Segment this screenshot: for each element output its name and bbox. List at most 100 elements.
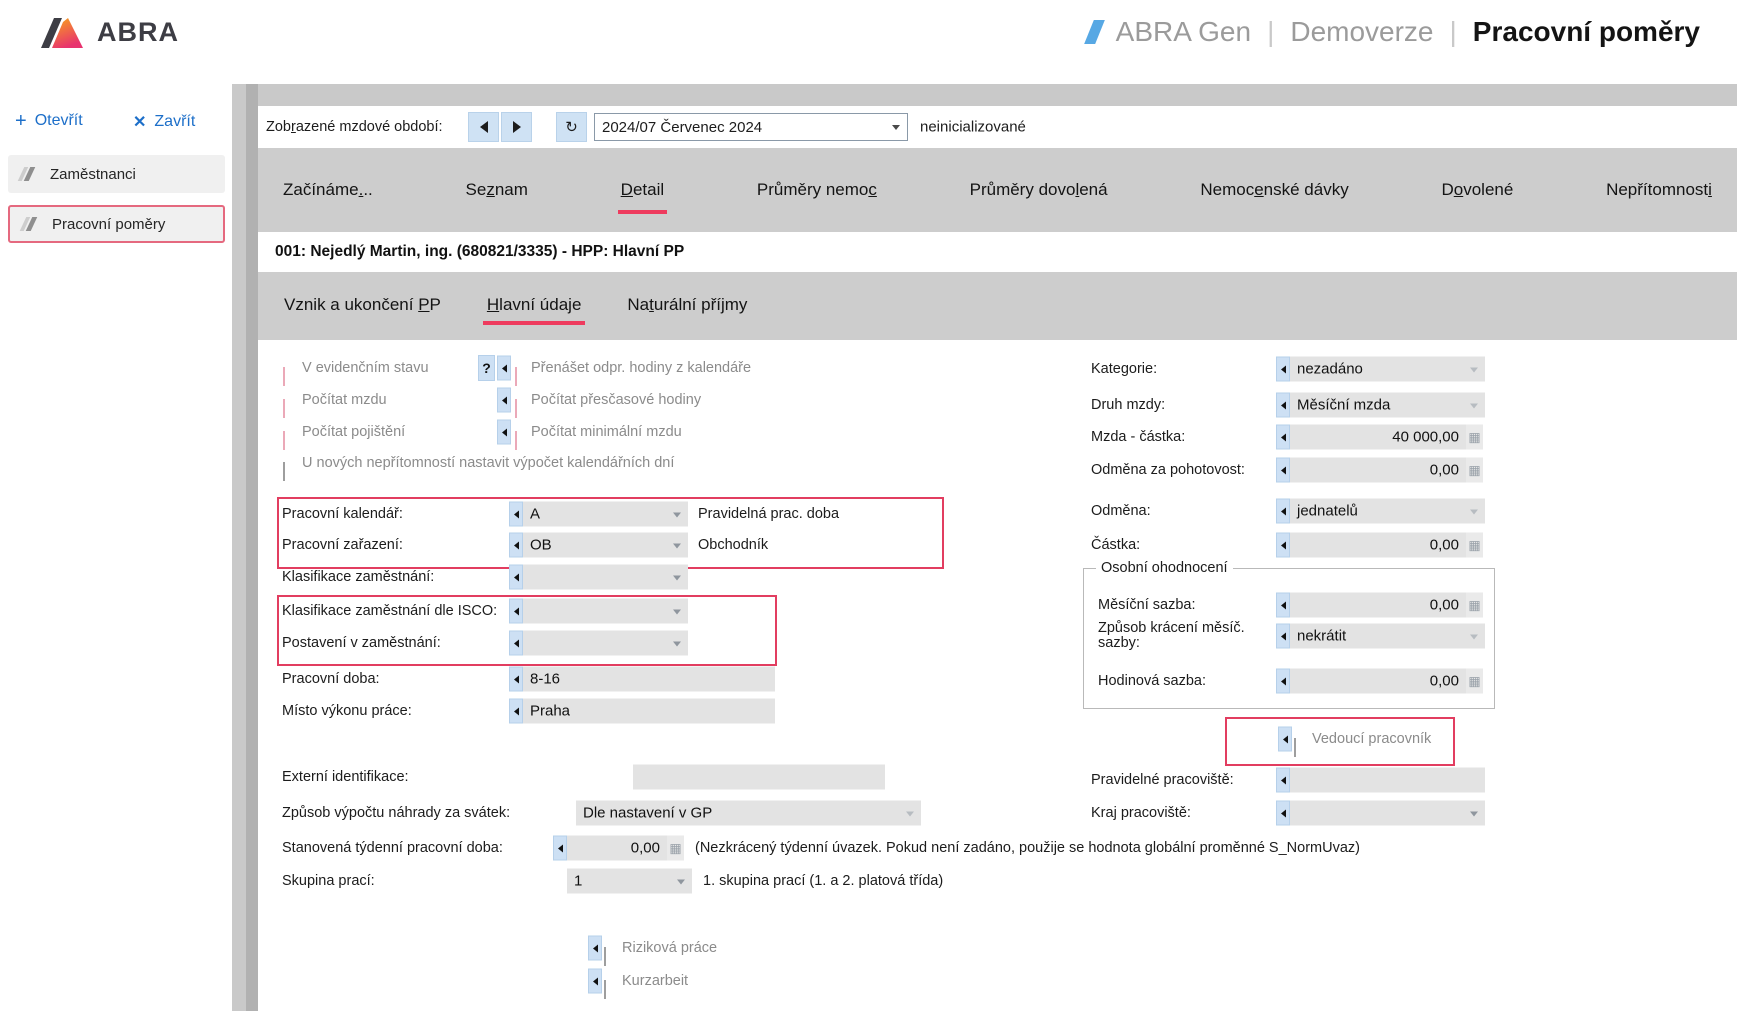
calculator-icon[interactable]: ▦: [667, 836, 684, 861]
tab-nepritomnosti[interactable]: Nepřítomnosti: [1603, 168, 1715, 214]
calculator-icon[interactable]: ▦: [1466, 425, 1483, 450]
checkbox-rizikova-prace[interactable]: [604, 947, 606, 966]
checkbox-label: Riziková práce: [622, 940, 717, 956]
separator: |: [1450, 16, 1457, 48]
field-label: Odměna za pohotovost:: [1091, 462, 1245, 478]
payroll-period-bar: Zobrazené mzdové období: ↻ 2024/07 Červe…: [258, 106, 1737, 148]
kraj-pracoviste-select[interactable]: [1290, 801, 1485, 826]
field-value: 0,00: [1430, 537, 1459, 554]
left-triangle-icon: [510, 573, 519, 581]
misto-vykonu-input[interactable]: Praha: [523, 699, 775, 724]
left-triangle-icon: [1277, 433, 1286, 441]
field-label: Měsíční sazba:: [1098, 597, 1196, 613]
detail-sub-tab-bar: Vznik a ukončení PP Hlavní údaje Naturál…: [258, 272, 1737, 340]
history-arrow-button[interactable]: [1276, 357, 1290, 382]
sidebar-item-pracovni-pomery[interactable]: Pracovní poměry: [8, 205, 225, 243]
history-arrow-button[interactable]: [588, 936, 602, 961]
zpusob-kraceni-select[interactable]: nekrátit: [1290, 624, 1485, 649]
calculator-icon[interactable]: ▦: [1466, 533, 1483, 558]
mesicni-sazba-input[interactable]: 0,00: [1290, 593, 1466, 618]
row-rizikova-prace: Riziková práce: [258, 935, 1737, 961]
previous-period-button[interactable]: [468, 112, 499, 142]
history-arrow-button[interactable]: [1276, 499, 1290, 524]
left-triangle-icon: [1277, 776, 1286, 784]
header-breadcrumb: ABRA Gen | Demoverze | Pracovní poměry: [1089, 16, 1700, 48]
history-arrow-button[interactable]: [1276, 801, 1290, 826]
subtab-vznik-a-ukonceni[interactable]: Vznik a ukončení PP: [280, 287, 445, 325]
field-value: 40 000,00: [1392, 429, 1459, 446]
history-arrow-button[interactable]: [1276, 458, 1290, 483]
row-castka: Částka: 0,00 ▦: [258, 532, 1737, 558]
field-label: Kraj pracoviště:: [1091, 805, 1191, 821]
abra-logo: ABRA: [35, 12, 179, 52]
history-arrow-button[interactable]: [1276, 624, 1290, 649]
tab-nemocenske-davky[interactable]: Nemocenské dávky: [1197, 168, 1351, 214]
left-triangle-icon: [1277, 809, 1286, 817]
abra-slash-icon: [1084, 20, 1105, 44]
field-label: Kategorie:: [1091, 361, 1157, 377]
left-triangle-icon: [1279, 735, 1288, 743]
history-arrow-button[interactable]: [1278, 727, 1292, 752]
calculator-icon[interactable]: ▦: [1466, 593, 1483, 618]
history-arrow-button[interactable]: [1276, 669, 1290, 694]
left-arrow-icon: [474, 121, 488, 133]
subtab-hlavni-udaje[interactable]: Hlavní údaje: [483, 287, 586, 325]
history-arrow-button[interactable]: [1276, 393, 1290, 418]
field-label: Skupina prací:: [282, 873, 375, 889]
tab-prumery-nemoc[interactable]: Průměry nemoc: [754, 168, 880, 214]
left-triangle-icon: [1277, 365, 1286, 373]
field-value: nezadáno: [1297, 361, 1363, 378]
history-arrow-button[interactable]: [1276, 533, 1290, 558]
calculator-icon[interactable]: ▦: [1466, 669, 1483, 694]
tab-dovolene[interactable]: Dovolené: [1438, 168, 1516, 214]
chevron-down-icon: [1470, 367, 1478, 376]
castka-input[interactable]: 0,00: [1290, 533, 1466, 558]
skupina-praci-select[interactable]: 1: [567, 869, 692, 894]
left-triangle-icon: [1277, 601, 1286, 609]
druh-mzdy-select[interactable]: Měsíční mzda: [1290, 393, 1485, 418]
open-button[interactable]: + Otevřít: [15, 112, 83, 130]
chevron-down-icon: [1470, 403, 1478, 412]
tab-seznam[interactable]: Seznam: [463, 168, 531, 214]
history-arrow-button[interactable]: [1276, 768, 1290, 793]
history-arrow-button[interactable]: [509, 699, 523, 724]
record-title: 001: Nejedlý Martin, ing. (680821/3335) …: [275, 243, 684, 261]
calculator-icon[interactable]: ▦: [1466, 458, 1483, 483]
field-value: 1: [574, 873, 582, 890]
left-triangle-icon: [589, 944, 598, 952]
sidebar-item-zamestnanci[interactable]: Zaměstnanci: [8, 155, 225, 193]
field-label: Klasifikace zaměstnání:: [282, 569, 434, 585]
history-arrow-button[interactable]: [588, 969, 602, 994]
mzda-castka-input[interactable]: 40 000,00: [1290, 425, 1466, 450]
row-odmena: Odměna: jednatelů: [258, 498, 1737, 524]
tydenni-doba-input[interactable]: 0,00: [567, 836, 667, 861]
page-title: Pracovní poměry: [1473, 16, 1700, 48]
checkbox-kurzarbeit[interactable]: [604, 980, 606, 999]
pravidelne-pracoviste-input[interactable]: [1290, 768, 1485, 793]
hodinova-sazba-input[interactable]: 0,00: [1290, 669, 1466, 694]
history-arrow-button[interactable]: [509, 565, 523, 590]
history-arrow-button[interactable]: [1276, 425, 1290, 450]
row-odmena-pohotovost: Odměna za pohotovost: 0,00 ▦: [258, 457, 1737, 483]
odmena-pohotovost-input[interactable]: 0,00: [1290, 458, 1466, 483]
kategorie-select[interactable]: nezadáno: [1290, 357, 1485, 382]
history-arrow-button[interactable]: [1276, 593, 1290, 618]
chevron-down-icon: [1470, 634, 1478, 643]
sidebar: + Otevřít ✕ Zavřít Zaměstnanci Pracovní …: [0, 70, 232, 1011]
close-button[interactable]: ✕ Zavřít: [133, 112, 195, 132]
checkbox-vedouci-pracovnik[interactable]: [1294, 738, 1296, 757]
subtab-naturalni-prijmy[interactable]: Naturální příjmy: [623, 287, 751, 325]
left-triangle-icon: [589, 977, 598, 985]
tab-zaciname[interactable]: Začínáme...: [280, 168, 376, 214]
tab-prumery-dovolena[interactable]: Průměry dovolená: [967, 168, 1111, 214]
left-triangle-icon: [1277, 677, 1286, 685]
history-arrow-button[interactable]: [553, 836, 567, 861]
odmena-select[interactable]: jednatelů: [1290, 499, 1485, 524]
refresh-period-button[interactable]: ↻: [556, 112, 587, 142]
next-period-button[interactable]: [501, 112, 532, 142]
klasifikace-select[interactable]: [523, 565, 688, 590]
field-label: Mzda - částka:: [1091, 429, 1185, 445]
payroll-period-select[interactable]: 2024/07 Červenec 2024: [594, 113, 908, 141]
main-form-panel: V evidenčním stavu ? Přenášet odpr. hodi…: [258, 340, 1737, 1011]
tab-detail[interactable]: Detail: [618, 168, 667, 214]
